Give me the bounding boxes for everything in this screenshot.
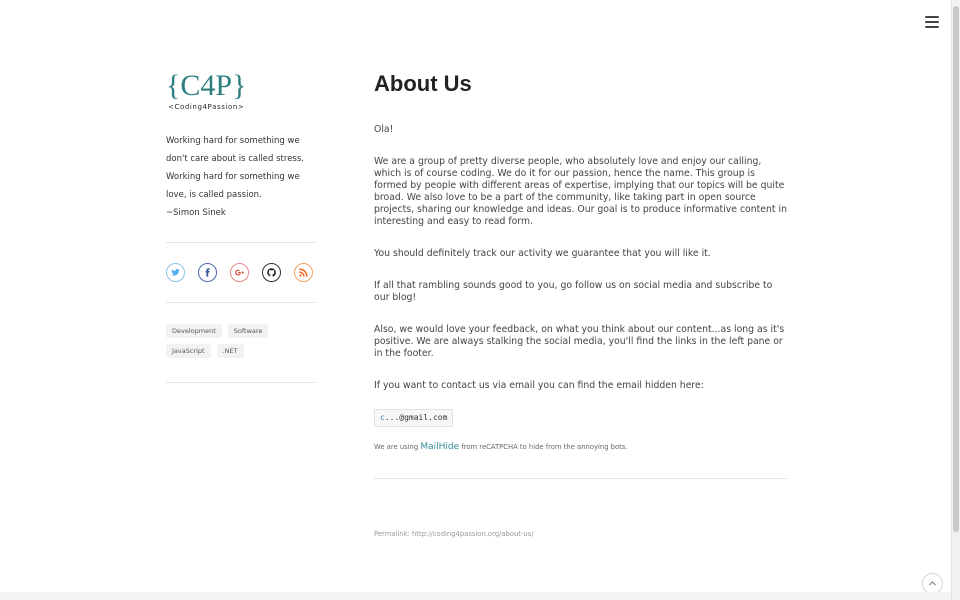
- main-content: About Us Ola! We are a group of pretty d…: [374, 68, 787, 453]
- twitter-icon: [171, 268, 180, 276]
- paragraph: If all that rambling sounds good to you,…: [374, 280, 773, 303]
- twitter-button[interactable]: [166, 263, 185, 282]
- paragraph: We are a group of pretty diverse people,…: [374, 156, 787, 227]
- mailhide-text: from reCATPCHA to hide from the annoying…: [459, 443, 628, 451]
- paragraph: Ola!: [374, 124, 394, 135]
- quote-line: Working hard for something we love, is c…: [166, 172, 300, 200]
- chevron-up-icon: [928, 581, 937, 586]
- scrollbar-thumb[interactable]: [953, 6, 959, 532]
- permalink[interactable]: Permalink: http://coding4passion.org/abo…: [374, 530, 534, 538]
- rss-icon: [299, 268, 308, 277]
- divider: [374, 478, 787, 479]
- sidebar-quote: Working hard for something we don't care…: [166, 132, 316, 222]
- article-body: Ola! We are a group of pretty diverse pe…: [374, 124, 787, 453]
- github-icon: [267, 268, 276, 277]
- tag-dotnet[interactable]: .NET: [216, 344, 244, 358]
- github-button[interactable]: [262, 263, 281, 282]
- facebook-icon: [205, 268, 210, 277]
- logo-sub-text: <Coding4Passion>: [168, 103, 244, 111]
- sidebar: {C4P} <Coding4Passion> Working hard for …: [166, 68, 316, 383]
- hidden-email[interactable]: c...@gmail.com: [374, 409, 454, 427]
- paragraph: You should definitely track our activity…: [374, 248, 711, 259]
- footer: [0, 592, 951, 600]
- tag-development[interactable]: Development: [166, 324, 222, 338]
- google-plus-icon: [235, 269, 244, 276]
- tag-software[interactable]: Software: [227, 324, 269, 338]
- quote-line: Working hard for something we don't care…: [166, 136, 304, 164]
- site-logo[interactable]: {C4P} <Coding4Passion>: [166, 68, 254, 112]
- tag-cloud: Development Software JavaScript .NET: [166, 324, 276, 358]
- mailhide-link[interactable]: MailHide: [420, 442, 459, 452]
- menu-button[interactable]: [924, 14, 940, 30]
- quote-author: ~Simon Sinek: [166, 208, 226, 218]
- hamburger-icon: [925, 16, 939, 18]
- back-to-top-button[interactable]: [922, 573, 943, 594]
- email-rest: ...@gmail.com: [384, 413, 448, 422]
- paragraph: If you want to contact us via email you …: [374, 380, 704, 391]
- divider: [166, 382, 316, 383]
- divider: [166, 302, 316, 303]
- divider: [166, 242, 316, 243]
- paragraph: Also, we would love your feedback, on wh…: [374, 324, 785, 359]
- mailhide-text: We are using: [374, 443, 421, 451]
- scrollbar[interactable]: [951, 0, 960, 600]
- mailhide-note: We are using MailHide from reCATPCHA to …: [374, 441, 787, 453]
- tag-javascript[interactable]: JavaScript: [166, 344, 211, 358]
- page-title: About Us: [374, 71, 472, 96]
- social-links: [166, 263, 316, 282]
- facebook-button[interactable]: [198, 263, 217, 282]
- google-plus-button[interactable]: [230, 263, 249, 282]
- logo-main-text: {C4P}: [166, 69, 247, 102]
- rss-button[interactable]: [294, 263, 313, 282]
